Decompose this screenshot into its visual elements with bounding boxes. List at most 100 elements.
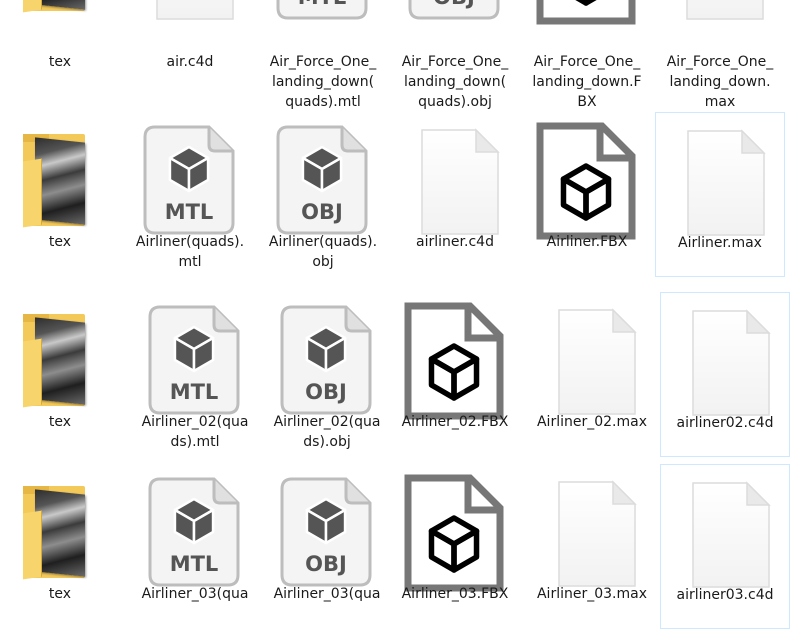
item-thumbnail: OBJ	[262, 472, 392, 590]
file-item[interactable]: MTL Air_Force_One_ landing_down( quads).…	[258, 0, 388, 120]
item-name-label: Air_Force_One_ landing_down( quads).obj	[401, 54, 509, 110]
file-item[interactable]: OBJ Airliner_03(qua	[262, 464, 392, 629]
file-item[interactable]: Airliner.FBX	[522, 112, 652, 277]
file-item[interactable]: airliner03.c4d	[660, 464, 790, 629]
file-item[interactable]: airliner02.c4d	[660, 292, 790, 457]
file-badge: OBJ	[433, 0, 475, 9]
file-item[interactable]: Airliner_02.max	[527, 292, 657, 457]
item-name-label: Airliner.FBX	[546, 234, 628, 250]
blank-file-icon	[155, 0, 235, 25]
item-thumbnail	[656, 121, 784, 239]
file-item[interactable]: MTL Airliner_03(qua	[130, 464, 260, 629]
obj-file-icon: OBJ	[276, 125, 370, 241]
item-name-label: tex	[48, 586, 72, 602]
file-item[interactable]: OBJ Airliner(quads). obj	[258, 112, 388, 277]
item-thumbnail	[527, 472, 657, 590]
file-item[interactable]: Air_Force_One_ landing_down.F BX	[522, 0, 652, 120]
file-badge: OBJ	[305, 380, 347, 404]
file-badge: OBJ	[301, 200, 343, 224]
item-thumbnail: MTL	[125, 120, 255, 238]
blank-file-icon	[557, 308, 637, 420]
fbx-file-icon	[536, 122, 636, 244]
item-name-label: Airliner(quads). obj	[268, 234, 378, 270]
folder-item[interactable]: tex	[0, 0, 125, 120]
item-name-label: Airliner_03(qua	[141, 586, 249, 602]
blank-file-icon	[685, 0, 765, 25]
file-item[interactable]: Air_Force_One_ landing_down. max	[655, 0, 785, 120]
item-name-label: Airliner_02(qua ds).mtl	[141, 414, 249, 450]
item-name-label: Air_Force_One_ landing_down. max	[666, 54, 774, 110]
item-thumbnail	[522, 0, 652, 25]
blank-file-icon	[557, 480, 637, 592]
item-thumbnail: MTL	[130, 300, 260, 418]
file-badge: MTL	[165, 200, 214, 224]
item-thumbnail	[661, 473, 789, 591]
file-badge: MTL	[170, 552, 219, 576]
item-thumbnail: OBJ	[262, 300, 392, 418]
item-name-label: Airliner(quads). mtl	[135, 234, 245, 270]
file-badge: OBJ	[305, 552, 347, 576]
item-name-label: airliner02.c4d	[676, 415, 774, 431]
file-item[interactable]: air.c4d	[125, 0, 255, 120]
item-name-label: Airliner_03.max	[536, 586, 647, 602]
file-item[interactable]: MTL Airliner_02(qua ds).mtl	[130, 292, 260, 457]
item-name-label: airliner.c4d	[416, 234, 494, 250]
item-thumbnail	[0, 472, 125, 590]
file-item[interactable]: MTL Airliner(quads). mtl	[125, 112, 255, 277]
obj-file-icon: OBJ	[280, 305, 374, 421]
item-thumbnail	[522, 120, 652, 240]
file-badge: MTL	[170, 380, 219, 404]
blank-file-icon	[691, 309, 771, 421]
item-name-label: Airliner_03(qua	[273, 586, 381, 602]
item-thumbnail	[390, 472, 520, 592]
folder-icon	[23, 486, 85, 580]
mtl-file-icon: MTL	[143, 125, 237, 241]
file-item[interactable]: Airliner_03.max	[527, 464, 657, 629]
blank-file-icon	[691, 481, 771, 593]
item-thumbnail	[527, 300, 657, 418]
mtl-file-icon: MTL	[148, 305, 242, 421]
item-thumbnail: MTL	[130, 472, 260, 590]
item-thumbnail	[0, 0, 125, 23]
item-thumbnail	[0, 300, 125, 418]
folder-icon	[23, 314, 85, 408]
item-thumbnail	[390, 300, 520, 420]
file-item[interactable]: OBJ Air_Force_One_ landing_down( quads).…	[390, 0, 520, 120]
folder-icon	[23, 0, 85, 13]
item-name-label: Airliner.max	[678, 235, 762, 251]
obj-file-icon: OBJ	[408, 0, 502, 26]
file-item[interactable]: airliner.c4d	[390, 112, 520, 277]
item-name-label: Airliner_03.FBX	[401, 586, 509, 602]
folder-item[interactable]: tex	[0, 112, 125, 277]
blank-file-icon	[420, 128, 500, 240]
item-name-label: tex	[48, 54, 72, 70]
item-name-label: Airliner_02.FBX	[401, 414, 509, 430]
item-name-label: Air_Force_One_ landing_down( quads).mtl	[269, 54, 377, 110]
item-name-label: tex	[48, 414, 72, 430]
folder-icon	[23, 134, 85, 228]
item-thumbnail	[655, 0, 785, 23]
item-name-label: Airliner_02.max	[536, 414, 647, 430]
fbx-file-icon	[536, 0, 636, 29]
mtl-file-icon: MTL	[148, 477, 242, 593]
item-name-label: air.c4d	[166, 54, 214, 70]
item-thumbnail	[661, 301, 789, 419]
folder-item[interactable]: tex	[0, 292, 125, 457]
obj-file-icon: OBJ	[280, 477, 374, 593]
fbx-file-icon	[404, 474, 504, 596]
item-thumbnail: MTL	[258, 0, 388, 23]
item-thumbnail	[125, 0, 255, 23]
item-name-label: airliner03.c4d	[676, 587, 774, 603]
file-badge: MTL	[298, 0, 347, 9]
blank-file-icon	[686, 129, 766, 241]
folder-item[interactable]: tex	[0, 464, 125, 629]
item-thumbnail	[0, 120, 125, 238]
file-item[interactable]: OBJ Airliner_02(qua ds).obj	[262, 292, 392, 457]
file-item[interactable]: Airliner.max	[655, 112, 785, 277]
fbx-file-icon	[404, 302, 504, 424]
file-item[interactable]: Airliner_03.FBX	[390, 464, 520, 629]
item-name-label: Air_Force_One_ landing_down.F BX	[532, 54, 642, 110]
file-item[interactable]: Airliner_02.FBX	[390, 292, 520, 457]
item-name-label: Airliner_02(qua ds).obj	[273, 414, 381, 450]
item-thumbnail: OBJ	[390, 0, 520, 23]
